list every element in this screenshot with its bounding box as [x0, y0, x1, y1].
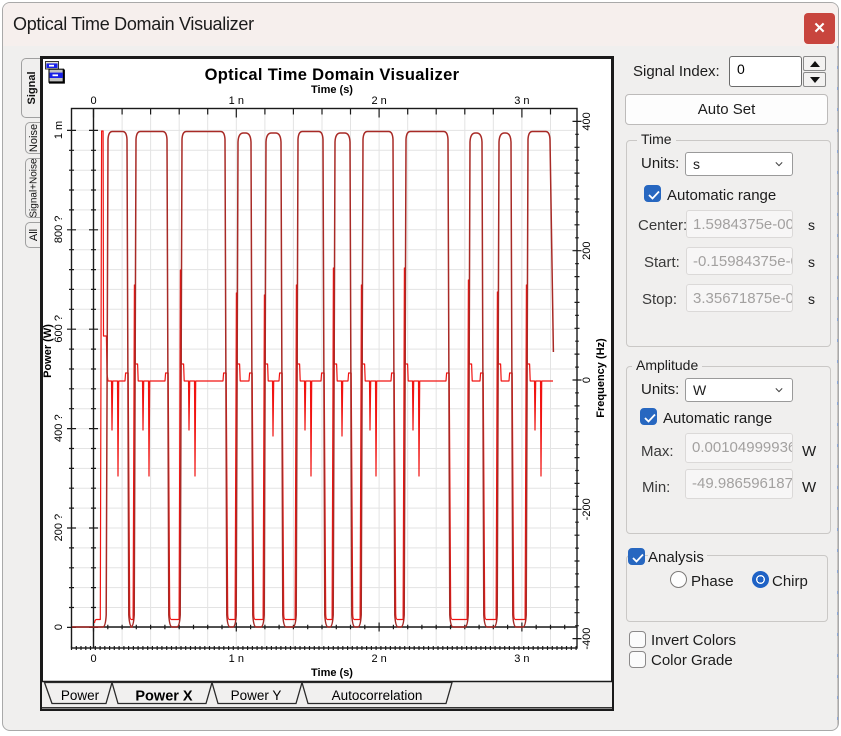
svg-text:0: 0 — [90, 95, 96, 107]
svg-text:2 n: 2 n — [371, 95, 386, 107]
svg-text:Power (W): Power (W) — [42, 324, 54, 378]
svg-text:-200: -200 — [581, 498, 593, 520]
svg-text:2 n: 2 n — [371, 653, 386, 665]
svg-text:0: 0 — [581, 377, 593, 383]
svg-text:600 ?: 600 ? — [53, 315, 65, 343]
svg-text:0: 0 — [53, 624, 65, 630]
svg-text:3 n: 3 n — [514, 653, 529, 665]
svg-text:200 ?: 200 ? — [53, 514, 65, 542]
svg-text:1 m: 1 m — [53, 121, 65, 139]
svg-text:0: 0 — [90, 653, 96, 665]
svg-text:400: 400 — [581, 112, 593, 130]
svg-text:3 n: 3 n — [514, 95, 529, 107]
svg-text:1 n: 1 n — [229, 653, 244, 665]
svg-text:Power X: Power X — [135, 689, 193, 705]
svg-text:200: 200 — [581, 242, 593, 260]
svg-text:Power: Power — [61, 688, 100, 703]
svg-text:800 ?: 800 ? — [53, 216, 65, 244]
svg-text:Autocorrelation: Autocorrelation — [332, 688, 423, 703]
svg-text:Time (s): Time (s) — [311, 84, 353, 96]
svg-text:Time (s): Time (s) — [311, 667, 353, 679]
svg-text:Frequency (Hz): Frequency (Hz) — [595, 338, 607, 418]
svg-text:400 ?: 400 ? — [53, 414, 65, 442]
svg-text:-400: -400 — [581, 628, 593, 650]
svg-text:Optical Time Domain Visualizer: Optical Time Domain Visualizer — [205, 66, 460, 84]
svg-text:1 n: 1 n — [229, 95, 244, 107]
svg-text:Power Y: Power Y — [231, 688, 282, 703]
